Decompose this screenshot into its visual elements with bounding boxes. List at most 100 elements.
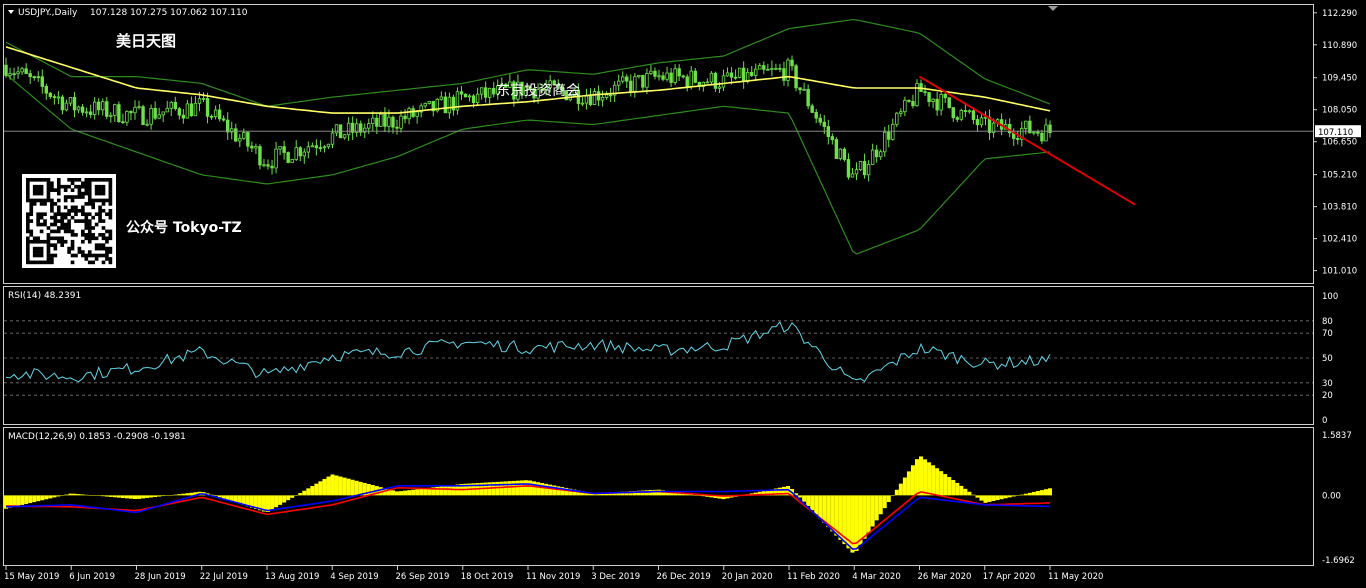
qr-module (32, 178, 37, 182)
candle-body (157, 114, 161, 119)
qr-module (87, 195, 92, 199)
qr-module (39, 184, 44, 189)
qr-module (32, 250, 37, 254)
qr-module (56, 212, 61, 217)
macd-histogram-bar (282, 495, 287, 503)
rsi-panel-frame (3, 286, 1314, 425)
macd-histogram-bar (68, 493, 73, 496)
qr-module (91, 226, 95, 230)
macd-histogram-bar (318, 481, 323, 496)
candle-body (790, 59, 794, 67)
macd-histogram-bar (181, 493, 186, 496)
qr-module (87, 178, 92, 182)
macd-histogram-bar (12, 495, 17, 507)
macd-tick-label: -1.6962 (1322, 556, 1355, 566)
y-tick-label: 101.010 (1322, 267, 1357, 277)
candle-body (665, 72, 669, 80)
candle-body (963, 110, 968, 112)
macd-histogram-bar (116, 495, 121, 498)
qr-module (74, 253, 78, 258)
macd-histogram-bar (443, 485, 448, 496)
macd-histogram-bar (298, 493, 303, 496)
qr-module (94, 212, 99, 217)
qr-module (29, 202, 34, 206)
qr-module (56, 184, 61, 189)
macd-histogram-bar (1035, 491, 1040, 496)
qr-module (98, 188, 102, 192)
candle-body (197, 98, 202, 104)
macd-histogram-bar (939, 471, 944, 496)
candle-body (705, 81, 710, 84)
qr-module (94, 188, 99, 192)
qr-module (84, 233, 89, 237)
qr-module (84, 184, 89, 189)
candle-body (713, 72, 718, 89)
qr-module (36, 260, 40, 265)
candle-body (52, 96, 57, 98)
candle-body (88, 111, 93, 115)
candle-body (778, 67, 782, 70)
candle-body (677, 68, 681, 77)
macd-histogram-bar (528, 480, 533, 496)
macd-histogram-bar (894, 489, 899, 496)
qr-module (36, 215, 40, 220)
candle-body (653, 70, 657, 77)
scroll-marker-icon[interactable] (1048, 6, 1058, 11)
macd-histogram-bar (947, 477, 952, 496)
qr-module (50, 260, 54, 265)
qr-module (87, 229, 92, 234)
macd-histogram-bar (1023, 493, 1028, 496)
dropdown-icon[interactable] (8, 10, 14, 14)
candle-body (274, 148, 278, 169)
candle-body (689, 70, 693, 87)
candle-body (439, 96, 444, 100)
qr-module (87, 226, 92, 230)
qr-module (43, 222, 47, 227)
candle-body (145, 123, 149, 126)
candle-body (883, 131, 887, 153)
macd-histogram-bar (931, 465, 936, 496)
main-panel-frame (3, 4, 1314, 284)
qr-module (56, 188, 61, 192)
qr-module (94, 198, 99, 203)
macd-histogram-bar (64, 494, 69, 496)
candle-body (616, 80, 621, 86)
macd-histogram-bar (870, 495, 875, 527)
candle-body (254, 146, 258, 149)
candle-body (830, 136, 835, 140)
qr-module (32, 253, 37, 258)
macd-histogram-bar (334, 475, 339, 496)
macd-histogram-bar (540, 482, 545, 496)
candle-body (600, 97, 605, 101)
candle-body (185, 103, 190, 119)
qr-module (91, 253, 95, 258)
qr-module (91, 198, 95, 203)
macd-histogram-bar (40, 495, 45, 501)
candle-body (387, 116, 391, 127)
qr-module (46, 260, 51, 265)
candle-body (774, 67, 778, 70)
qr-module (56, 205, 61, 210)
qr-module (43, 178, 47, 182)
macd-histogram-bar (96, 495, 101, 496)
macd-histogram-bar (999, 495, 1004, 500)
macd-histogram-bar (955, 482, 960, 496)
y-axis: 112.290 110.890 109.450 108.050 106.650 105.2… (1313, 9, 1357, 277)
y-tick-label: 102.410 (1322, 235, 1357, 245)
candle-body (621, 76, 625, 82)
qr-module (39, 229, 44, 234)
qr-module (105, 178, 109, 182)
macd-histogram-bar (149, 495, 154, 498)
candle-body (181, 114, 186, 119)
qr-module (67, 208, 71, 213)
qr-module (67, 184, 71, 189)
qr-module (101, 236, 106, 241)
candle-body (322, 146, 327, 149)
qr-module (39, 178, 44, 182)
qr-module (108, 184, 113, 189)
candle-body (84, 111, 89, 114)
candle-body (125, 110, 129, 123)
qr-module (81, 250, 85, 254)
qr-module (108, 188, 113, 192)
qr-module (50, 184, 54, 189)
